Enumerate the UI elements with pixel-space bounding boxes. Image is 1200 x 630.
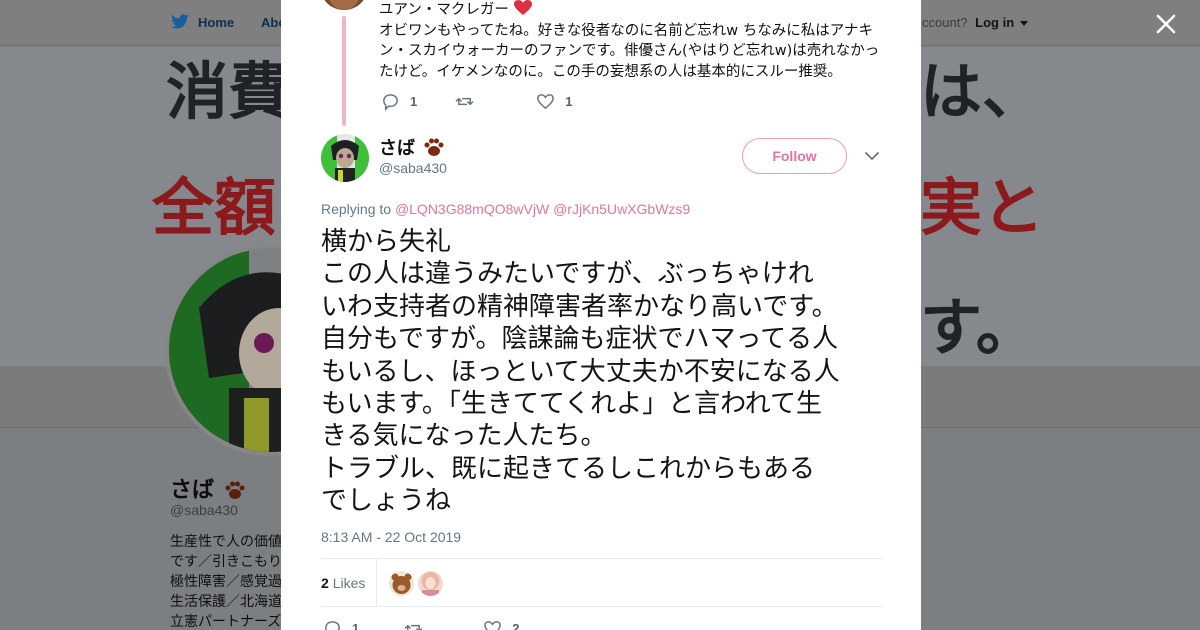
bear-avatar-icon [389,571,414,596]
account-area: ccount? Log in [922,15,1028,30]
banner-red-left: 全額 [152,171,277,244]
tweet-stats: 2 Likes [321,558,882,607]
paw-icon [424,138,444,156]
tweet-line: 横から失礼 [321,227,452,257]
tweet-line: いわ支持者の精神障害者率かなり高いです。 [321,291,838,322]
liker-avatar[interactable] [389,571,414,596]
replying-prefix: Replying to [321,201,392,217]
retweet-button[interactable] [455,92,484,111]
profile-handle: @saba430 [170,502,238,518]
liker-avatar[interactable] [418,571,443,596]
bio-line: 生活保護／北海道 [170,594,282,610]
stats-divider [376,559,377,607]
tweet-line: でしょうね [321,486,452,517]
twitter-bird-icon [171,14,189,29]
reply-icon [325,621,340,630]
previous-tweet-actions: 1 1 [381,92,572,111]
bio-line: 極性障害／感覚過 [170,574,282,590]
likes-stat[interactable]: 2 Likes [321,575,365,591]
follow-button[interactable]: Follow [742,138,847,174]
profile-bio: 生産性で人の価値 です／引きこもり 極性障害／感覚過 生活保護／北海道 立憲パー… [170,532,282,630]
tweet-line: 自分もですが。陰謀論も症状でハマってる人 [321,324,839,355]
like-count: 1 [565,94,573,109]
tweet-actions: 1 2 [323,619,519,630]
replying-to: Replying to @LQN3G88mQO8wVjW @rJjKn5UwXG… [321,201,690,217]
banner-text-right: は、 [920,55,1045,128]
heart-icon [537,94,555,110]
paw-icon [225,481,245,499]
tweet-line: もいます。「生きててくれよ」と言われて生 [321,389,823,420]
retweet-icon [404,624,423,630]
like-button[interactable]: 1 [536,92,572,111]
previous-tweet-text: ユアン・マクレガー オビワンもやってたね。好きな役者なのに名前ど忘れw ちなみに… [379,0,884,82]
author-handle[interactable]: @saba430 [379,160,447,176]
author-avatar[interactable] [321,134,369,182]
mention-link[interactable]: @rJjKn5UwXGbWzs9 [553,201,690,217]
retweet-icon [455,97,474,106]
account-question: ccount? [922,15,968,30]
reply-count: 1 [352,621,360,630]
tweet-text: 横から失礼 この人は違うみたいですが、ぶっちゃけれ いわ支持者の精神障害者率かな… [321,226,887,518]
tweet-line: トラブル、既に起きてるしこれからもある [321,453,816,484]
tweet-timestamp[interactable]: 8:13 AM - 22 Oct 2019 [321,529,461,545]
banner-text-left: 消費 [166,55,291,128]
reply-button[interactable]: 1 [381,92,417,111]
red-heart-icon [513,0,532,15]
chevron-down-icon[interactable] [864,150,880,162]
reply-icon [383,94,398,111]
like-button[interactable]: 2 [483,619,519,630]
heart-icon [484,621,502,630]
retweet-button[interactable] [404,619,423,630]
likes-label: Likes [332,575,366,591]
previous-tweet-body: オビワンもやってたね。好きな役者なのに名前ど忘れw ちなみに私はアナキン・スカイ… [379,22,880,80]
login-caret-icon[interactable] [1019,21,1028,27]
banner-text-bottom: す。 [920,291,1038,364]
reply-button[interactable]: 1 [323,619,359,630]
tweet-line: もいるし、ほっといて大丈夫か不安になる人 [321,356,840,387]
tweet-line: きる気になった人たち。 [321,421,607,452]
author-name-text: さば [379,138,415,159]
thread-connector-line [342,16,346,126]
author-name[interactable]: さば [379,134,445,160]
previous-tweet-line1: ユアン・マクレガー [379,2,509,18]
mention-link[interactable]: @LQN3G88mQO8wVjW [395,201,549,217]
like-count: 2 [512,621,520,630]
banner-red-right: 実と [920,171,1045,244]
profile-name-text: さば [170,478,215,503]
bio-line: 生産性で人の価値 [170,534,282,550]
profile-name: さば [170,472,246,504]
login-button[interactable]: Log in [975,15,1014,30]
nav-home-label: Home [198,14,235,30]
reply-count: 1 [410,94,418,109]
bio-line: 立憲パートナーズ [170,614,282,630]
likes-count: 2 [321,575,329,591]
person-avatar-icon [418,571,443,596]
tweet-line: この人は違うみたいですが、ぶっちゃけれ [321,259,814,290]
bio-line: です／引きこもり [170,554,282,570]
nav-home-link[interactable]: Home [170,14,234,30]
squid-character-avatar-icon [321,134,369,182]
close-icon[interactable] [1152,10,1180,38]
